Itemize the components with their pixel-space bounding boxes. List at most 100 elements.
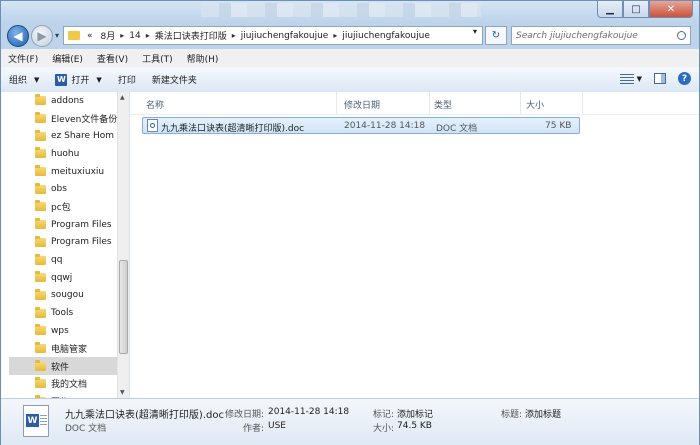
scroll-down-icon[interactable]: ▼ — [120, 389, 125, 396]
breadcrumb-chengfa[interactable]: 乘法口诀表打印版 — [151, 29, 231, 42]
sidebar-item-label: 我的文档 — [51, 380, 88, 391]
details-title-label: 标题: — [501, 410, 523, 420]
sidebar-item-qqwj[interactable]: qqwj — [9, 269, 119, 287]
address-bar[interactable]: « 8月 ▸ 14 ▸ 乘法口诀表打印版 ▸ jiujiuchengfakouj… — [63, 26, 483, 45]
folder-tree: addons Eleven文件备份 ez Share Hom huohu mei… — [9, 92, 119, 398]
file-type-cell: DOC 文档 — [436, 124, 478, 134]
menu-file[interactable]: 文件(F) — [1, 52, 45, 65]
file-date-cell: 2014-11-28 14:18 — [344, 121, 426, 131]
details-tags-label: 标记: — [373, 410, 395, 420]
breadcrumb-overflow[interactable]: « — [83, 31, 97, 41]
folder-icon — [35, 147, 46, 159]
maximize-button[interactable]: □ — [623, 1, 649, 18]
details-author-label: 作者: — [243, 424, 265, 434]
help-icon[interactable]: ? — [678, 72, 691, 85]
open-button[interactable]: W 打开 ▼ — [47, 73, 109, 86]
back-button[interactable]: ◀ — [7, 25, 29, 47]
details-author-value[interactable]: USE — [268, 421, 286, 431]
scrollbar-thumb[interactable] — [119, 260, 128, 354]
chevron-down-icon: ▼ — [34, 75, 40, 84]
navigation-pane: addons Eleven文件备份 ez Share Hom huohu mei… — [1, 92, 130, 398]
menu-tools[interactable]: 工具(T) — [135, 52, 180, 65]
sidebar-item-label: addons — [51, 95, 84, 106]
print-button[interactable]: 打印 — [110, 73, 144, 86]
sidebar-item-ezshare[interactable]: ez Share Hom — [9, 127, 119, 145]
scroll-up-icon[interactable]: ▲ — [120, 94, 125, 101]
column-divider[interactable] — [582, 92, 583, 114]
sidebar-item-label: meituxiuxiu — [51, 166, 105, 177]
folder-icon — [35, 112, 46, 124]
details-tags-value[interactable]: 添加标记 — [397, 407, 433, 420]
folder-icon — [35, 306, 46, 318]
chevron-down-icon: ▼ — [96, 75, 102, 84]
folder-icon — [35, 324, 46, 336]
details-modified-label: 修改日期: — [225, 410, 265, 420]
search-placeholder: Search jiujiuchengfakoujue — [516, 30, 638, 41]
breadcrumb-14[interactable]: 14 — [125, 31, 144, 41]
sidebar-item-wps[interactable]: wps — [9, 322, 119, 340]
table-row[interactable]: 九九乘法口诀表(超清晰打印版).doc 2014-11-28 14:18 DOC… — [142, 117, 580, 134]
column-divider[interactable] — [336, 92, 337, 114]
search-box[interactable]: Search jiujiuchengfakoujue — [511, 26, 691, 45]
sidebar-item-ruanjian[interactable]: 软件 — [9, 357, 119, 375]
refresh-icon: ↻ — [491, 30, 501, 41]
refresh-button[interactable]: ↻ — [485, 26, 507, 45]
sidebar-item-program-files-x86[interactable]: Program Files — [9, 234, 119, 252]
column-header-size[interactable]: 大小 — [526, 98, 544, 111]
menu-help[interactable]: 帮助(H) — [180, 52, 226, 65]
sidebar-item-sougou[interactable]: sougou — [9, 287, 119, 305]
column-header-name[interactable]: 名称 — [146, 98, 164, 111]
close-button[interactable]: ✕ — [649, 1, 693, 18]
column-header-date[interactable]: 修改日期 — [344, 98, 380, 111]
folder-icon — [35, 359, 46, 371]
sidebar-item-pcbao[interactable]: pc包 — [9, 198, 119, 216]
details-title-value[interactable]: 添加标题 — [525, 407, 561, 420]
sidebar-item-tools[interactable]: Tools — [9, 304, 119, 322]
sidebar-item-eleven[interactable]: Eleven文件备份 — [9, 110, 119, 128]
close-icon: ✕ — [666, 3, 676, 15]
sidebar-item-diannao[interactable]: 电脑管家 — [9, 340, 119, 358]
new-folder-label: 新建文件夹 — [151, 76, 197, 86]
sidebar-item-meituxiuxiu[interactable]: meituxiuxiu — [9, 163, 119, 181]
view-controls: ▼ ? — [619, 72, 691, 85]
menu-view[interactable]: 查看(V) — [90, 52, 135, 65]
sidebar-item-label: Program Files — [51, 237, 112, 248]
sidebar-item-obs[interactable]: obs — [9, 180, 119, 198]
sidebar-item-addons[interactable]: addons — [9, 92, 119, 110]
organize-button[interactable]: 组织 ▼ — [1, 73, 47, 87]
sidebar-item-label: pc包 — [51, 203, 71, 214]
details-view-icon — [619, 73, 634, 84]
column-header-type[interactable]: 类型 — [434, 98, 452, 111]
open-label: 打开 — [71, 76, 90, 86]
sidebar-item-label: Program Files — [51, 219, 112, 230]
sidebar-item-wodewendang[interactable]: 我的文档 — [9, 375, 119, 393]
breadcrumb-jiujiu-1[interactable]: jiujiuchengfakoujue — [237, 31, 333, 41]
address-dropdown-icon[interactable]: ▾ — [473, 27, 477, 36]
title-bar[interactable]: ▁ □ ✕ — [1, 1, 699, 23]
sidebar-item-label: sougou — [51, 290, 84, 301]
sidebar-item-program-files[interactable]: Program Files — [9, 216, 119, 234]
breadcrumb-jiujiu-2[interactable]: jiujiuchengfakoujue — [338, 31, 434, 41]
minimize-button[interactable]: ▁ — [597, 1, 623, 18]
preview-pane-icon[interactable] — [654, 73, 666, 84]
forward-button[interactable]: ▶ — [31, 25, 53, 47]
column-divider[interactable] — [520, 92, 521, 114]
sidebar-scrollbar[interactable]: ▲ ▼ — [117, 92, 129, 398]
sidebar-item-huohu[interactable]: huohu — [9, 145, 119, 163]
sidebar-item-label: wps — [51, 325, 69, 336]
folder-icon — [35, 377, 46, 389]
sidebar-item-label: obs — [51, 184, 67, 195]
organize-label: 组织 — [9, 76, 28, 86]
breadcrumb-8yue[interactable]: 8月 — [97, 29, 120, 42]
recent-pages-dropdown[interactable]: ▾ — [55, 31, 59, 40]
sidebar-item-qq[interactable]: qq — [9, 251, 119, 269]
menu-edit[interactable]: 编辑(E) — [45, 52, 90, 65]
folder-icon — [68, 31, 80, 40]
change-view-button[interactable]: ▼ — [619, 73, 642, 84]
details-size-value: 74.5 KB — [397, 421, 432, 431]
new-folder-button[interactable]: 新建文件夹 — [144, 73, 205, 86]
document-lines-icon — [40, 415, 47, 427]
search-icon[interactable] — [677, 31, 686, 40]
column-divider[interactable] — [429, 92, 430, 114]
sidebar-item-label: Eleven文件备份 — [51, 115, 118, 126]
